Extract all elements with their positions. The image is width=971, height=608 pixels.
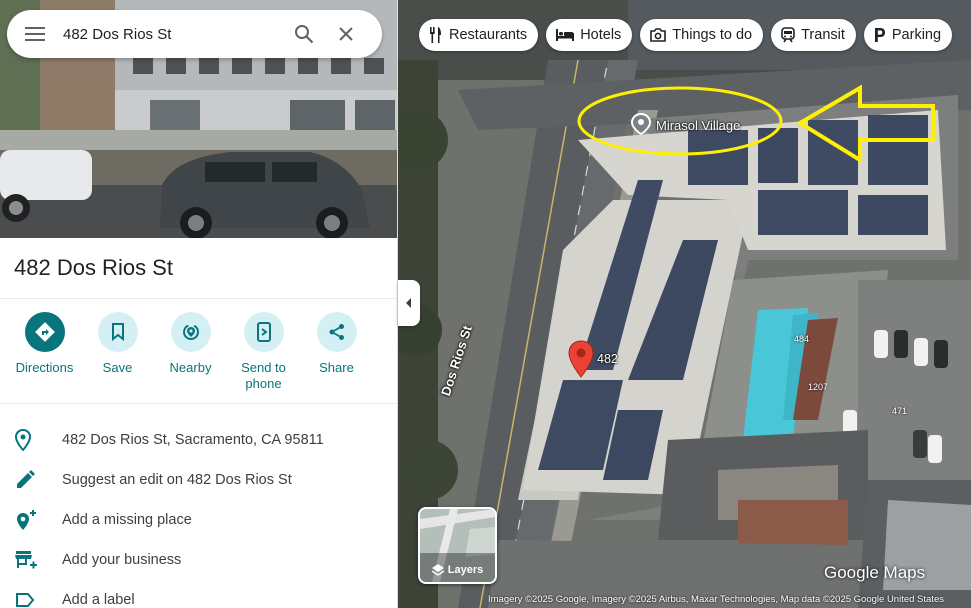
add-label-row[interactable]: Add a label <box>0 580 397 608</box>
share-button[interactable]: Share <box>300 312 373 394</box>
page-title: 482 Dos Rios St <box>14 255 173 280</box>
layers-label-row: Layers <box>420 564 495 576</box>
location-pin-icon <box>0 420 62 460</box>
save-label: Save <box>102 360 133 375</box>
share-icon <box>316 312 357 352</box>
directions-label: Directions <box>15 360 74 375</box>
camera-icon <box>650 28 667 42</box>
address-number-label: 1207 <box>808 382 829 392</box>
nearby-label: Nearby <box>169 360 212 375</box>
add-business-text: Add your business <box>62 552 182 568</box>
divider <box>0 298 397 299</box>
address-number-label: 484 <box>794 334 810 344</box>
search-input[interactable] <box>63 19 283 49</box>
add-missing-place-text: Add a missing place <box>62 512 192 528</box>
chip-restaurants[interactable]: Restaurants <box>419 19 539 51</box>
chip-label: Transit <box>801 27 845 43</box>
layers-label: Layers <box>447 564 484 576</box>
chevron-left-icon <box>406 298 411 308</box>
label-icon <box>0 580 62 608</box>
collapse-panel-button[interactable] <box>398 280 420 326</box>
google-maps-window: 482 Dos Rios St Directions Save Nearby <box>0 0 971 608</box>
directions-icon <box>24 312 65 352</box>
pencil-icon <box>0 460 62 500</box>
chip-hotels[interactable]: Hotels <box>546 19 633 51</box>
divider <box>0 403 397 404</box>
nearby-button[interactable]: Nearby <box>154 312 227 394</box>
save-button[interactable]: Save <box>81 312 154 394</box>
add-place-icon <box>0 500 62 540</box>
address-row[interactable]: 482 Dos Rios St, Sacramento, CA 95811 <box>0 420 397 460</box>
bookmark-icon <box>97 312 138 352</box>
add-business-row[interactable]: Add your business <box>0 540 397 580</box>
chip-label: Hotels <box>580 27 622 43</box>
chip-parking[interactable]: Parking <box>863 19 953 51</box>
send-to-phone-label: Send to phone <box>241 360 286 391</box>
bed-icon <box>556 29 575 41</box>
suggest-edit-row[interactable]: Suggest an edit on 482 Dos Rios St <box>0 460 397 500</box>
chip-transit[interactable]: Transit <box>771 19 856 51</box>
search-icon[interactable] <box>283 14 325 54</box>
layers-button[interactable]: Layers <box>418 507 497 584</box>
send-to-phone-button[interactable]: Send to phone <box>227 312 300 394</box>
add-label-text: Add a label <box>62 592 135 608</box>
send-to-phone-icon <box>243 312 284 352</box>
menu-icon[interactable] <box>7 10 63 58</box>
directions-button[interactable]: Directions <box>8 312 81 394</box>
share-label: Share <box>319 360 354 375</box>
chip-label: Parking <box>891 27 942 43</box>
parking-icon <box>874 28 885 42</box>
add-missing-place-row[interactable]: Add a missing place <box>0 500 397 540</box>
address-text: 482 Dos Rios St, Sacramento, CA 95811 <box>62 432 324 448</box>
add-business-icon <box>0 540 62 580</box>
close-icon[interactable] <box>325 14 367 54</box>
place-panel: 482 Dos Rios St Directions Save Nearby <box>0 0 398 608</box>
map-attribution: Imagery ©2025 Google, Imagery ©2025 Airb… <box>488 594 944 605</box>
chip-label: Things to do <box>672 27 753 43</box>
search-box <box>7 10 382 58</box>
chip-things-to-do[interactable]: Things to do <box>640 19 764 51</box>
suggest-edit-text: Suggest an edit on 482 Dos Rios St <box>62 472 292 488</box>
action-bar: Directions Save Nearby Send to phone Sha… <box>8 312 390 394</box>
google-maps-watermark: Google Maps <box>824 563 926 582</box>
train-icon <box>781 27 795 43</box>
info-list: 482 Dos Rios St, Sacramento, CA 95811 Su… <box>0 420 397 608</box>
fork-knife-icon <box>430 27 441 43</box>
chip-label: Restaurants <box>449 27 528 43</box>
address-number-label: 471 <box>892 406 908 416</box>
layers-icon <box>431 564 444 576</box>
category-chips: Restaurants Hotels Things to do Transit … <box>419 19 960 51</box>
nearby-icon <box>170 312 211 352</box>
